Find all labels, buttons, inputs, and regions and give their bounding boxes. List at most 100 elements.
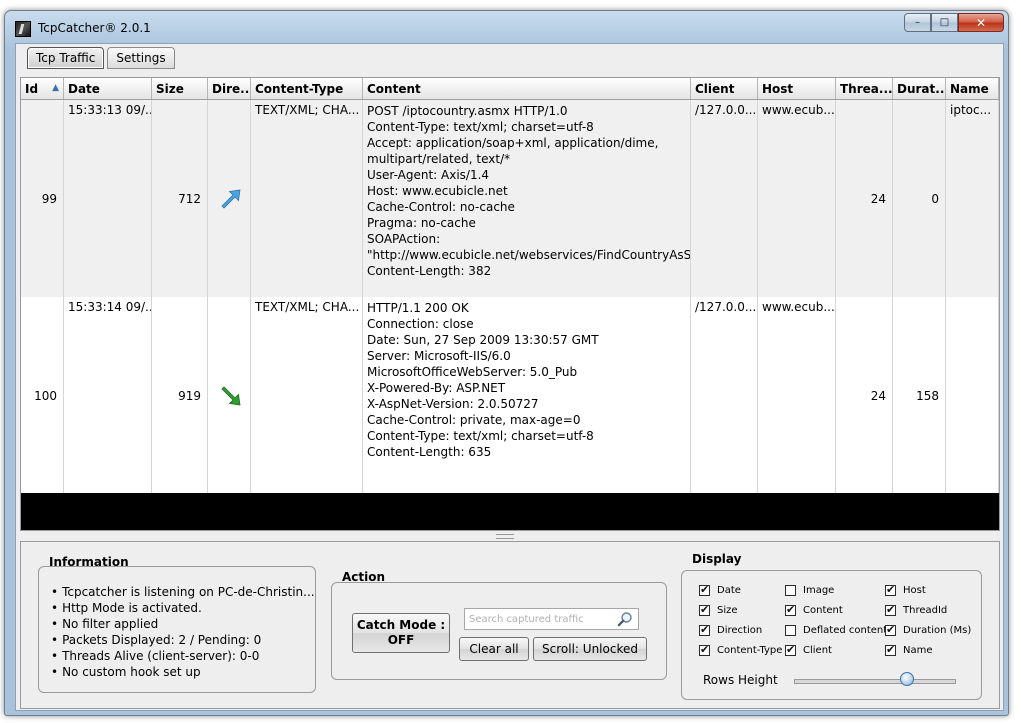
checkbox-box[interactable] — [885, 583, 896, 596]
column-header-content-type[interactable]: Content-Type — [251, 78, 363, 99]
checkbox-image[interactable]: Image — [785, 585, 834, 596]
minimize-button[interactable]: – — [904, 13, 931, 32]
column-header-date[interactable]: Date — [64, 78, 152, 99]
cell-date: 15:33:14 09/... — [68, 300, 152, 314]
cell-name: iptoc... — [950, 103, 992, 117]
content-line: Server: Microsoft-IIS/6.0 — [367, 349, 511, 363]
checkbox-host[interactable]: Host — [885, 583, 926, 596]
cell-content-type: TEXT/XML; CHA... — [255, 300, 360, 314]
content-line: Accept: application/soap+xml, applicatio… — [367, 136, 659, 150]
checkbox-content[interactable]: Content — [785, 603, 843, 616]
table-empty-area — [21, 493, 999, 530]
checkbox-box[interactable] — [785, 643, 796, 656]
search-input[interactable] — [465, 609, 621, 629]
incoming-arrow-icon — [221, 385, 241, 405]
checkbox-box[interactable] — [699, 623, 710, 636]
column-header-thread[interactable]: Threa... — [836, 78, 893, 99]
checkbox-size[interactable]: Size — [699, 603, 738, 616]
column-header-direction[interactable]: Dire... — [208, 78, 251, 99]
checkbox-box[interactable] — [699, 603, 710, 616]
search-field[interactable] — [464, 608, 639, 630]
checkbox-box[interactable] — [785, 585, 796, 596]
checkbox-deflated-content[interactable]: Deflated content — [785, 625, 887, 636]
column-header-name[interactable]: Name — [946, 78, 999, 99]
rows-height-slider[interactable] — [794, 679, 956, 684]
column-header-id[interactable]: Id ▲ — [21, 78, 64, 99]
traffic-table[interactable]: Id ▲ Date Size Dire... Content-Type Conte… — [20, 77, 1000, 531]
column-header-content[interactable]: Content — [363, 78, 691, 99]
content-line: POST /iptocountry.asmx HTTP/1.0 — [367, 104, 568, 118]
maximize-button[interactable]: □ — [931, 13, 958, 32]
outgoing-arrow-icon — [221, 189, 241, 209]
splitter-grip-icon — [496, 534, 514, 539]
content-line: HTTP/1.1 200 OK — [367, 301, 469, 315]
checkbox-box[interactable] — [699, 583, 710, 596]
content-line: Cache-Control: private, max-age=0 — [367, 413, 581, 427]
tab-bar: Tcp Traffic Settings — [27, 47, 175, 71]
checkbox-direction[interactable]: Direction — [699, 623, 762, 636]
content-line: Content-Type: text/xml; charset=utf-8 — [367, 120, 594, 134]
checkbox-box[interactable] — [885, 603, 896, 616]
checkbox-date[interactable]: Date — [699, 583, 741, 596]
table-row[interactable]: 100 15:33:14 09/... 919 TEXT/XML; CHA...… — [21, 297, 999, 494]
checkbox-content-type[interactable]: Content-Type — [699, 643, 782, 656]
action-group: Catch Mode : OFF Clear all Scroll: Unloc… — [331, 582, 667, 680]
cell-client: /127.0.0.... — [695, 103, 758, 117]
content-line: X-Powered-By: ASP.NET — [367, 381, 506, 395]
content-line: User-Agent: Axis/1.4 — [367, 168, 490, 182]
table-header: Id ▲ Date Size Dire... Content-Type Conte… — [21, 78, 999, 100]
cell-duration: 158 — [916, 388, 939, 403]
tab-tcp-traffic[interactable]: Tcp Traffic — [27, 47, 105, 69]
catch-mode-label: Catch Mode : — [356, 618, 446, 632]
checkbox-box[interactable] — [785, 625, 796, 636]
app-logo-icon — [15, 21, 31, 37]
close-button[interactable]: ✕ — [958, 13, 1004, 32]
catch-mode-button[interactable]: Catch Mode : OFF — [352, 613, 450, 653]
info-item: Tcpcatcher is listening on PC-de-Christi… — [51, 584, 315, 600]
cell-date: 15:33:13 09/... — [68, 103, 152, 117]
cell-client: /127.0.0.... — [695, 300, 758, 314]
content-line: X-AspNet-Version: 2.0.50727 — [367, 397, 539, 411]
cell-id: 99 — [41, 191, 57, 206]
cell-id: 100 — [34, 388, 57, 403]
tab-settings[interactable]: Settings — [107, 47, 175, 69]
content-line: Cache-Control: no-cache — [367, 200, 515, 214]
clear-all-button[interactable]: Clear all — [459, 637, 529, 661]
cell-content: POST /iptocountry.asmx HTTP/1.0 Content-… — [367, 103, 690, 279]
checkbox-duration[interactable]: Duration (Ms) — [885, 623, 971, 636]
column-header-size[interactable]: Size — [152, 78, 208, 99]
checkbox-box[interactable] — [885, 623, 896, 636]
info-item: No filter applied — [51, 616, 315, 632]
column-header-duration[interactable]: Durat... — [893, 78, 946, 99]
window-title: TcpCatcher® 2.0.1 — [38, 21, 151, 35]
checkbox-client[interactable]: Client — [785, 643, 832, 656]
content-line: Pragma: no-cache — [367, 216, 476, 230]
content-line: multipart/related, text/* — [367, 152, 511, 166]
app-window: TcpCatcher® 2.0.1 – □ ✕ Tcp Traffic Sett… — [4, 10, 1009, 716]
info-item: Http Mode is activated. — [51, 600, 315, 616]
display-group: Date Image Host Size Content ThreadId Di… — [681, 570, 982, 700]
checkbox-box[interactable] — [699, 643, 710, 656]
content-line: Content-Length: 382 — [367, 264, 492, 278]
display-label: Display — [692, 552, 742, 566]
column-header-host[interactable]: Host — [758, 78, 836, 99]
checkbox-box[interactable] — [885, 643, 896, 656]
sort-ascending-icon: ▲ — [52, 83, 59, 93]
information-group: Tcpcatcher is listening on PC-de-Christi… — [38, 566, 316, 693]
table-row[interactable]: 99 15:33:13 09/... 712 TEXT/XML; CHA... … — [21, 100, 999, 297]
info-item: Threads Alive (client-server): 0-0 — [51, 648, 315, 664]
checkbox-threadid[interactable]: ThreadId — [885, 603, 947, 616]
cell-size: 712 — [178, 191, 201, 206]
content-line: Host: www.ecubicle.net — [367, 184, 508, 198]
title-bar[interactable]: TcpCatcher® 2.0.1 – □ ✕ — [5, 11, 1008, 43]
scroll-lock-button[interactable]: Scroll: Unlocked — [533, 637, 647, 661]
checkbox-name[interactable]: Name — [885, 643, 933, 656]
checkbox-box[interactable] — [785, 603, 796, 616]
column-header-client[interactable]: Client — [691, 78, 758, 99]
content-line: Connection: close — [367, 317, 474, 331]
cell-content-type: TEXT/XML; CHA... — [255, 103, 360, 117]
search-icon[interactable] — [617, 611, 633, 627]
content-line: Content-Length: 635 — [367, 445, 492, 459]
panel-splitter[interactable] — [16, 531, 1003, 541]
cell-duration: 0 — [931, 191, 939, 206]
